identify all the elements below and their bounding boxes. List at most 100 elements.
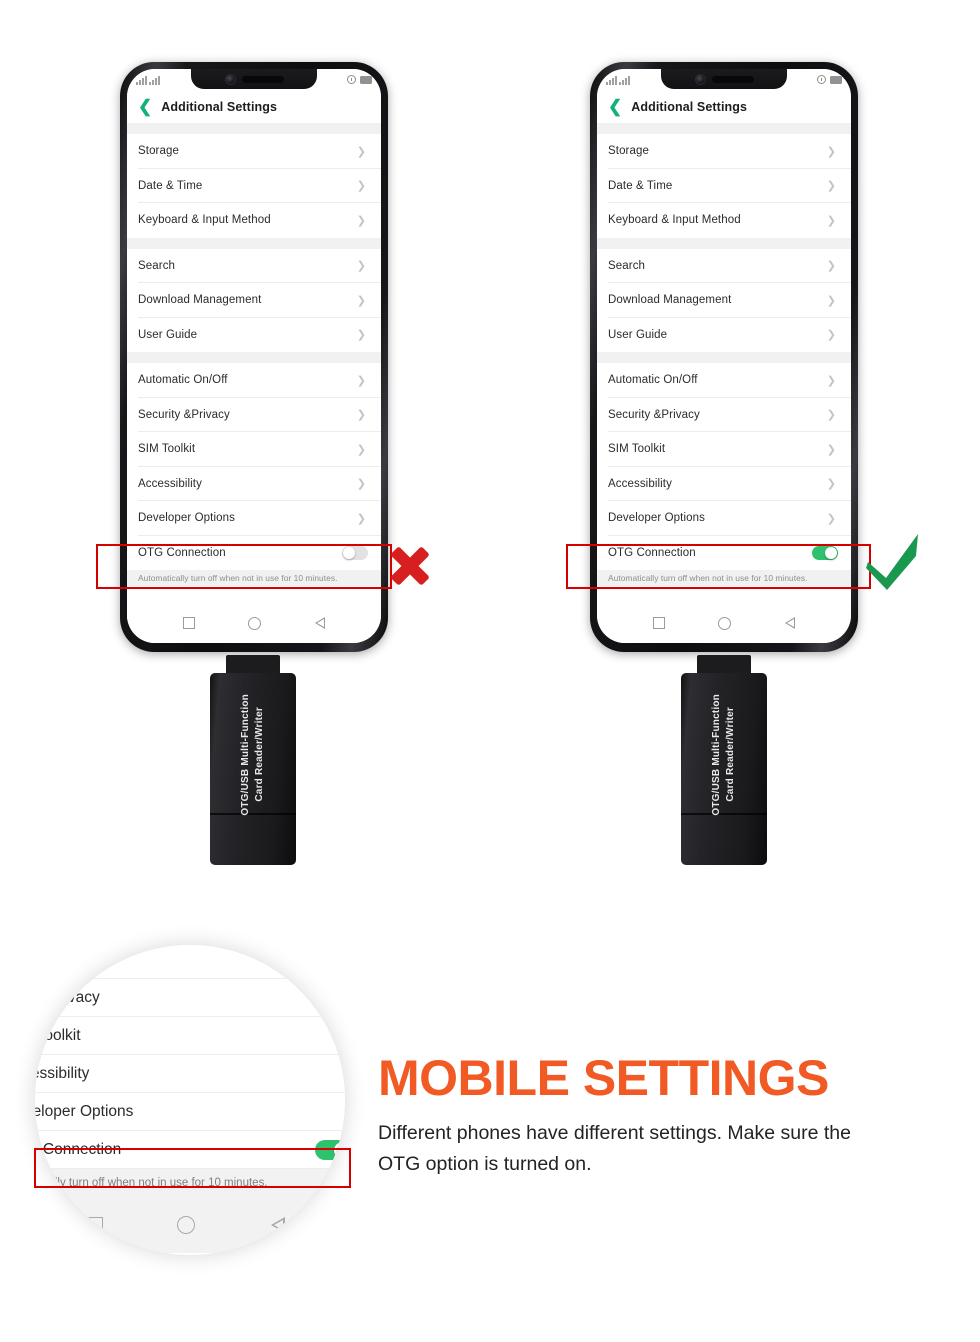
section-divider — [127, 352, 381, 363]
triangle-back-icon[interactable] — [270, 1216, 288, 1234]
usb-label-value: OTG/USB Multi-Function Card Reader/Write… — [711, 694, 736, 816]
earpiece-speaker — [241, 75, 284, 83]
settings-row-security-privacy[interactable]: Security &Privacy ❯ — [597, 397, 851, 432]
battery-icon — [830, 75, 842, 84]
otg-highlight-box-right — [566, 544, 871, 589]
alarm-icon — [817, 75, 826, 84]
infographic-page: ❮ Additional Settings Storage ❯ Date & T… — [0, 0, 980, 1342]
row-label: urity &Privacy — [35, 989, 100, 1006]
green-check-mark — [866, 534, 918, 590]
android-navigation-bar — [597, 603, 851, 643]
settings-row-keyboard-input[interactable]: Keyboard & Input Method ❯ — [127, 203, 381, 238]
settings-row-download-management[interactable]: Download Management ❯ — [127, 283, 381, 318]
settings-row-storage[interactable]: Storage ❯ — [127, 134, 381, 169]
row-label: n/Off — [35, 951, 39, 968]
back-chevron-icon[interactable]: ❮ — [608, 98, 622, 115]
chevron-right-icon: ❯ — [826, 443, 836, 456]
square-recents-icon[interactable] — [653, 617, 666, 629]
row-label: Automatic On/Off — [138, 374, 228, 387]
signal-bars-icon — [136, 75, 160, 85]
settings-row-sim-toolkit[interactable]: SIM Toolkit ❯ — [127, 432, 381, 467]
promo-body-text: Different phones have different settings… — [378, 1122, 851, 1175]
usb-label-text: OTG/USB Multi-Function Card Reader/Write… — [681, 694, 767, 816]
circle-home-icon[interactable] — [247, 616, 261, 630]
settings-row-accessibility[interactable]: Accessibility ❯ — [597, 466, 851, 501]
settings-row-developer-options[interactable]: Developer Options ❯ — [597, 501, 851, 536]
usb-label-text: OTG/USB Multi-Function Card Reader/Write… — [210, 694, 296, 816]
chevron-right-icon: ❯ — [356, 260, 366, 273]
chevron-right-icon: ❯ — [826, 478, 836, 491]
settings-row-storage[interactable]: Storage ❯ — [597, 134, 851, 169]
phone-notch — [191, 69, 317, 89]
square-recents-icon[interactable] — [86, 1216, 104, 1234]
triangle-back-icon[interactable] — [784, 616, 795, 630]
circle-home-icon[interactable] — [717, 616, 731, 630]
chevron-right-icon: ❯ — [356, 478, 366, 491]
circle-home-icon[interactable] — [177, 1216, 196, 1234]
magnified-otg-highlight-box — [34, 1148, 351, 1188]
chevron-right-icon: ❯ — [356, 145, 366, 158]
row-label: Developer Options — [608, 512, 705, 525]
settings-row-accessibility[interactable]: Accessibility ❯ — [127, 466, 381, 501]
row-label: Search — [608, 259, 646, 272]
page-title: Additional Settings — [631, 99, 748, 114]
section-divider — [597, 123, 851, 134]
usb-body: OTG/USB Multi-Function Card Reader/Write… — [210, 673, 296, 865]
settings-row-automatic-on-off[interactable]: Automatic On/Off ❯ — [597, 363, 851, 398]
row-label: Accessibility — [138, 477, 202, 490]
app-bar: ❮ Additional Settings — [597, 90, 851, 123]
row-label: Download Management — [608, 294, 732, 307]
row-label: Developer Options — [138, 512, 235, 525]
section-divider — [127, 237, 381, 249]
row-label: Security &Privacy — [138, 408, 230, 421]
chevron-right-icon: ❯ — [826, 260, 836, 273]
chevron-right-icon: ❯ — [356, 512, 366, 525]
chevron-right-icon: ❯ — [826, 214, 836, 227]
chevron-right-icon: ❯ — [826, 512, 836, 525]
magnified-row-accessibility[interactable]: Accessibility ❯ — [35, 1055, 345, 1093]
android-navigation-bar — [35, 1197, 345, 1253]
front-camera-icon — [224, 73, 236, 85]
magnified-settings-list: n/Off urity &Privacy SIM Toolkit ❯ Acces… — [35, 945, 345, 1253]
settings-row-automatic-on-off[interactable]: Automatic On/Off ❯ — [127, 363, 381, 398]
triangle-back-icon[interactable] — [314, 616, 325, 630]
chevron-right-icon: ❯ — [356, 294, 366, 307]
settings-row-search[interactable]: Search ❯ — [597, 248, 851, 283]
back-chevron-icon[interactable]: ❮ — [138, 98, 152, 115]
settings-row-sim-toolkit[interactable]: SIM Toolkit ❯ — [597, 432, 851, 467]
app-bar: ❮ Additional Settings — [127, 90, 381, 123]
magnified-row-sim-toolkit[interactable]: SIM Toolkit ❯ — [35, 1017, 345, 1055]
settings-row-developer-options[interactable]: Developer Options ❯ — [127, 501, 381, 536]
row-label: Security &Privacy — [608, 408, 700, 421]
row-label: Storage — [138, 145, 179, 158]
settings-row-security-privacy[interactable]: Security &Privacy ❯ — [127, 397, 381, 432]
magnifier-callout: n/Off urity &Privacy SIM Toolkit ❯ Acces… — [35, 945, 345, 1255]
settings-row-keyboard-input[interactable]: Keyboard & Input Method ❯ — [597, 203, 851, 238]
chevron-right-icon: ❯ — [826, 409, 836, 422]
chevron-right-icon: ❯ — [826, 180, 836, 193]
usb-body: OTG/USB Multi-Function Card Reader/Write… — [681, 673, 767, 865]
settings-row-date-time[interactable]: Date & Time ❯ — [127, 168, 381, 203]
settings-row-user-guide[interactable]: User Guide ❯ — [597, 317, 851, 352]
row-label: SIM Toolkit — [35, 1027, 81, 1044]
row-label: Storage — [608, 145, 649, 158]
otg-highlight-box-left — [96, 544, 392, 589]
magnified-row-developer-options[interactable]: Developer Options ❯ — [35, 1093, 345, 1131]
magnified-row-automatic-on-off[interactable]: n/Off — [35, 945, 345, 979]
page-title: Additional Settings — [161, 99, 278, 114]
red-x-mark — [387, 543, 433, 589]
settings-row-date-time[interactable]: Date & Time ❯ — [597, 168, 851, 203]
row-label: Developer Options — [35, 1103, 134, 1120]
settings-row-download-management[interactable]: Download Management ❯ — [597, 283, 851, 318]
square-recents-icon[interactable] — [183, 617, 196, 629]
chevron-right-icon: ❯ — [826, 374, 836, 387]
row-label: Date & Time — [608, 179, 673, 192]
android-navigation-bar — [127, 603, 381, 643]
settings-row-search[interactable]: Search ❯ — [127, 248, 381, 283]
section-divider — [127, 123, 381, 134]
row-label: SIM Toolkit — [608, 443, 666, 456]
row-label: Accessibility — [35, 1065, 90, 1082]
settings-row-user-guide[interactable]: User Guide ❯ — [127, 317, 381, 352]
row-label: Accessibility — [608, 477, 672, 490]
magnified-row-security-privacy[interactable]: urity &Privacy — [35, 979, 345, 1017]
